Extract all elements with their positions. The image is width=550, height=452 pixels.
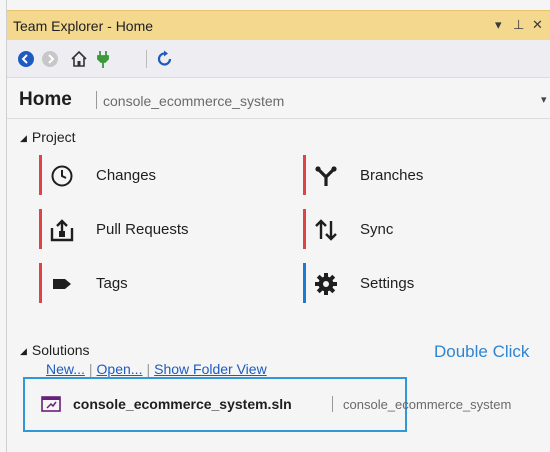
link-separator: | [146,361,151,377]
show-folder-view-link[interactable]: Show Folder View [154,361,267,377]
tag-icon [53,279,71,289]
solutions-section-header[interactable]: ◢ Solutions [20,342,90,358]
collapse-triangle-icon[interactable]: ◢ [20,133,27,143]
close-control[interactable]: ✕ [532,17,543,33]
new-link[interactable]: New... [46,361,85,377]
tile-label: Settings [360,275,415,292]
tile-label: Branches [360,167,424,184]
project-header-label: Project [31,129,76,145]
solution-name: console_ecommerce_system.sln [73,396,292,412]
collapse-triangle-icon[interactable]: ◢ [20,346,27,356]
home-divider [96,91,97,109]
tile-settings[interactable]: Settings [303,263,503,303]
accent-bar [303,263,306,303]
accent-bar [39,209,42,249]
tile-tags[interactable]: Tags [39,263,239,303]
pin-control[interactable]: ⊥ [513,17,524,33]
solution-file-icon [41,396,61,412]
tile-pull-requests[interactable]: Pull Requests [39,209,239,249]
gear-icon [315,273,337,295]
home-header: Home console_ecommerce_system ▾ [7,79,550,119]
tile-label: Pull Requests [96,221,189,238]
tile-sync[interactable]: Sync [303,209,503,249]
accent-bar [303,209,306,249]
pull-request-icon [50,219,74,242]
tile-branches[interactable]: Branches [303,155,503,195]
team-explorer-panel: Team Explorer - Home ▾ ⊥ ✕ Home console_… [6,0,550,452]
solutions-links: New... | Open... | Show Folder View [46,361,267,377]
branches-icon [315,166,337,186]
page-title: Home [19,89,72,110]
toolbar [7,40,550,78]
link-separator: | [88,361,93,377]
tile-label: Changes [96,167,157,184]
dropdown-control[interactable]: ▾ [495,17,502,33]
open-link[interactable]: Open... [97,361,143,377]
tile-label: Tags [96,275,128,292]
chevron-down-icon[interactable]: ▾ [541,93,547,106]
back-icon[interactable] [16,49,36,69]
double-click-annotation: Double Click [434,342,530,361]
solutions-header-label: Solutions [31,342,90,358]
connect-icon[interactable] [93,49,113,69]
sync-icon [315,219,337,241]
tile-changes[interactable]: Changes [39,155,239,195]
refresh-icon[interactable] [155,49,175,69]
title-bar: Team Explorer - Home ▾ ⊥ ✕ [7,10,550,40]
home-icon[interactable] [69,49,89,69]
accent-bar [39,263,42,303]
toolbar-separator [146,50,147,68]
accent-bar [303,155,306,195]
accent-bar [39,155,42,195]
window-title: Team Explorer - Home [13,18,154,34]
repository-name: console_ecommerce_system [103,93,285,109]
solution-divider [332,396,333,412]
forward-icon[interactable] [40,49,60,69]
solution-repo: console_ecommerce_system [343,397,512,412]
project-section-header[interactable]: ◢ Project [20,129,76,145]
clock-icon [51,165,73,187]
tile-label: Sync [360,221,394,238]
